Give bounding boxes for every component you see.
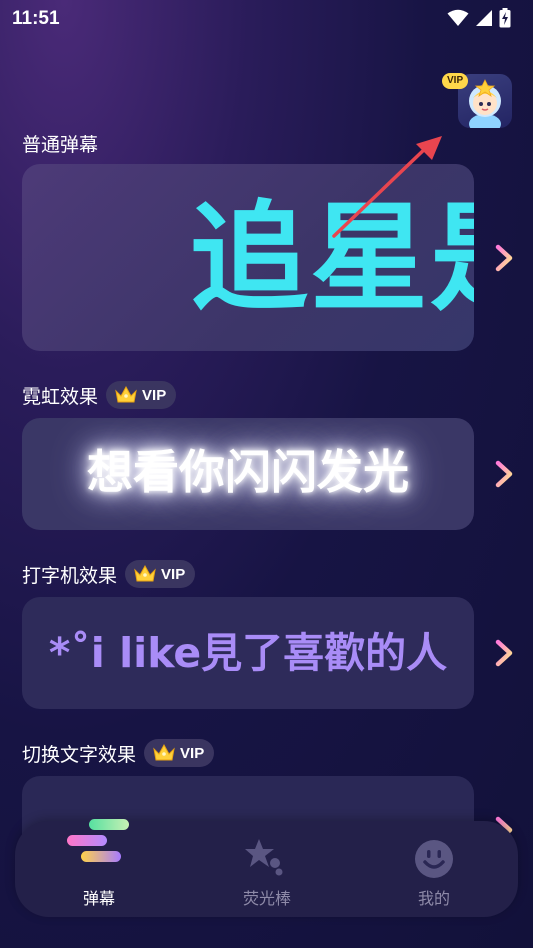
vip-badge-label: VIP xyxy=(142,386,167,404)
section-title-text: 打字机效果 xyxy=(22,564,118,587)
crown-icon xyxy=(115,385,137,403)
section-title-text: 普通弹幕 xyxy=(22,134,99,156)
section-title-switch: 切换文字效果 VIP xyxy=(22,739,215,767)
chevron-right-icon[interactable] xyxy=(494,639,514,667)
crown-icon xyxy=(134,564,156,582)
tab-label: 荧光棒 xyxy=(242,889,291,908)
status-icons xyxy=(447,8,511,28)
danmaku-icon xyxy=(67,819,129,862)
chevron-right-icon[interactable] xyxy=(494,244,514,272)
chevron-right-icon[interactable] xyxy=(494,460,514,488)
vip-tag: VIP xyxy=(442,73,469,89)
typewriter-preview-text: *˚i like見了喜歡的人 xyxy=(48,629,448,677)
annotation-arrow-icon xyxy=(332,136,442,238)
vip-badge: VIP xyxy=(106,381,177,409)
status-time: 11:51 xyxy=(12,8,60,29)
section-title-typewriter: 打字机效果 VIP xyxy=(22,560,196,588)
tab-glow-stick[interactable]: 荧光棒 xyxy=(183,821,351,917)
neon-preview-text: 想看你闪闪发光 xyxy=(87,445,409,499)
status-bar: 11:51 xyxy=(0,0,533,38)
typewriter-effect-card[interactable]: *˚i like見了喜歡的人 xyxy=(22,597,474,709)
battery-charging-icon xyxy=(499,8,511,28)
signal-icon xyxy=(476,10,492,26)
bottom-tab-bar: 弹幕 荧光棒 我的 xyxy=(15,819,518,917)
tab-profile[interactable]: 我的 xyxy=(350,821,518,917)
vip-badge: VIP xyxy=(125,560,196,588)
neon-effect-card[interactable]: 想看你闪闪发光 xyxy=(22,418,474,530)
vip-avatar-button[interactable]: VIP xyxy=(440,70,512,130)
crown-icon xyxy=(153,743,175,761)
vip-badge-label: VIP xyxy=(161,565,186,583)
vip-badge-label: VIP xyxy=(180,744,205,762)
section-title-text: 霓虹效果 xyxy=(22,385,99,408)
section-title-text: 切换文字效果 xyxy=(22,743,137,766)
tab-label: 我的 xyxy=(417,889,450,908)
glow-stick-icon xyxy=(245,839,283,876)
section-title-neon: 霓虹效果 VIP xyxy=(22,381,177,409)
tab-danmaku[interactable]: 弹幕 xyxy=(15,819,183,917)
smiley-profile-icon xyxy=(415,840,453,878)
wifi-icon xyxy=(447,9,469,26)
vip-badge: VIP xyxy=(144,739,215,767)
section-title-normal: 普通弹幕 xyxy=(22,130,98,157)
tab-label: 弹幕 xyxy=(82,889,115,908)
